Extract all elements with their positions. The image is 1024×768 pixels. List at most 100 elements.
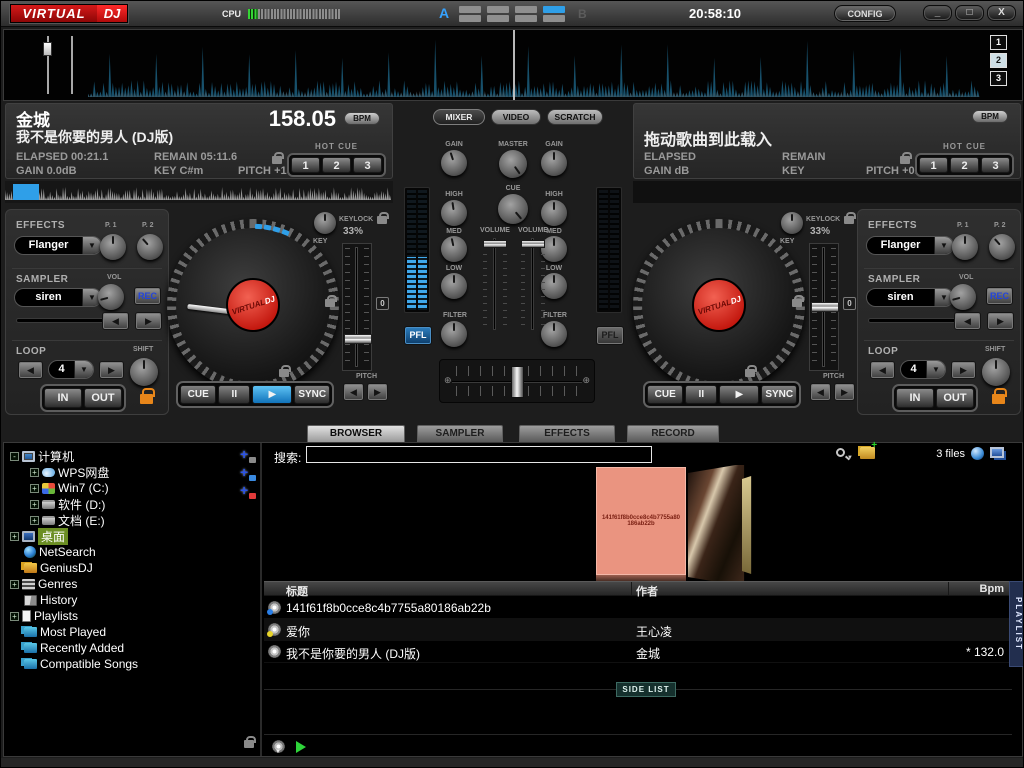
deck-left-track-waveform[interactable]: [5, 181, 393, 203]
table-row[interactable]: 我不是你要的男人 (DJ版) 金城 * 132.0: [264, 641, 1012, 663]
tab-mixer[interactable]: MIXER: [433, 109, 485, 125]
deck-left-pitch-fader[interactable]: [342, 243, 372, 371]
sample-prev-button[interactable]: [954, 312, 981, 330]
expand-icon[interactable]: +: [10, 532, 19, 541]
effect-select[interactable]: Flanger: [866, 236, 954, 255]
deck-left-volume-fader[interactable]: [482, 238, 508, 330]
add-virtual-folder-icon[interactable]: +: [240, 466, 256, 481]
crossfader-handle[interactable]: [511, 366, 524, 398]
loop-half-button[interactable]: [870, 361, 895, 379]
cue-button[interactable]: CUE: [180, 385, 216, 404]
sampler-volume-knob[interactable]: [950, 284, 976, 310]
tab-scratch[interactable]: SCRATCH: [547, 109, 603, 125]
pitch-bend-plus-button[interactable]: [367, 383, 388, 401]
tree-item-computer[interactable]: -计算机: [10, 448, 74, 464]
deck-layout-button-3[interactable]: [515, 6, 537, 22]
key-knob[interactable]: [314, 212, 336, 234]
sampler-rec-button[interactable]: REC: [986, 287, 1013, 305]
pause-button[interactable]: II: [685, 385, 717, 404]
deck-right-filter-knob[interactable]: [541, 321, 567, 347]
cue-button[interactable]: CUE: [647, 385, 683, 404]
pitch-lock-icon[interactable]: [325, 299, 335, 307]
config-button[interactable]: CONFIG: [834, 5, 896, 22]
add-folder-icon[interactable]: [860, 447, 875, 459]
deck-right-pfl-button[interactable]: PFL: [596, 326, 624, 345]
tree-item-drive-d[interactable]: +软件 (D:): [30, 496, 105, 512]
loop-double-button[interactable]: [951, 361, 976, 379]
add-filter-folder-icon[interactable]: +: [240, 484, 256, 499]
loop-half-button[interactable]: [18, 361, 43, 379]
pitch-lock-icon[interactable]: [792, 299, 802, 307]
table-row[interactable]: 爱你 王心凌: [264, 619, 1012, 641]
tree-item-win7-c[interactable]: +Win7 (C:): [30, 480, 109, 496]
sync-button[interactable]: SYNC: [761, 385, 797, 404]
pitch-bend-minus-button[interactable]: [343, 383, 364, 401]
pitch-fader-handle[interactable]: [811, 302, 839, 312]
deck-left-bpm-badge[interactable]: BPM: [344, 112, 380, 125]
close-button[interactable]: X: [987, 5, 1016, 21]
loop-shift-knob[interactable]: [130, 358, 158, 386]
lock-icon[interactable]: [900, 156, 910, 164]
deck-left-high-knob[interactable]: [441, 200, 467, 226]
loop-out-button[interactable]: OUT: [936, 388, 974, 408]
rhythm-zoom-2[interactable]: 2: [990, 53, 1007, 68]
jog-center-label[interactable]: VIRTUALDJ: [692, 278, 746, 332]
deck-left-med-knob[interactable]: [441, 236, 467, 262]
tree-item-recently-added[interactable]: Recently Added: [24, 640, 124, 656]
master-volume-knob[interactable]: [499, 150, 527, 178]
automix-play-icon[interactable]: [296, 741, 306, 753]
hotcue-3-button[interactable]: 3: [353, 157, 382, 173]
panel-lock-icon[interactable]: [140, 394, 153, 404]
network-monitor-icon[interactable]: [990, 447, 1004, 458]
sample-next-button[interactable]: [987, 312, 1014, 330]
deck-right-gain-knob[interactable]: [541, 150, 567, 176]
netsearch-globe-icon[interactable]: [971, 447, 984, 460]
deck-layout-button-2[interactable]: [487, 6, 509, 22]
deck-layout-button-1[interactable]: [459, 6, 481, 22]
deck-right-pitch-fader[interactable]: [809, 243, 839, 371]
keylock-lock-icon[interactable]: [377, 216, 387, 224]
tab-record[interactable]: RECORD: [627, 425, 719, 442]
play-button[interactable]: ▶: [719, 385, 759, 404]
chevron-down-icon[interactable]: [934, 237, 953, 254]
volume-fader-handle[interactable]: [483, 240, 507, 248]
loop-length-select[interactable]: 4: [900, 360, 946, 379]
chevron-down-icon[interactable]: [926, 361, 945, 378]
tab-sampler[interactable]: SAMPLER: [417, 425, 503, 442]
add-favorite-icon[interactable]: +: [240, 448, 256, 463]
deck-layout-button-4[interactable]: [543, 6, 565, 22]
lock-icon[interactable]: [272, 156, 282, 164]
effect-select[interactable]: Flanger: [14, 236, 102, 255]
tree-item-netsearch[interactable]: NetSearch: [24, 544, 96, 560]
tab-browser[interactable]: BROWSER: [307, 425, 405, 442]
expand-icon[interactable]: +: [30, 468, 39, 477]
crossfader[interactable]: [439, 359, 595, 403]
sample-select[interactable]: siren: [14, 288, 102, 307]
loop-out-button[interactable]: OUT: [84, 388, 122, 408]
deck-right-bpm-badge[interactable]: BPM: [972, 110, 1008, 123]
album-cover-current[interactable]: 141f61f8b0cce8c4b7755a80186ab22b: [596, 467, 686, 575]
rhythm-zoom-3[interactable]: 3: [990, 71, 1007, 86]
search-input[interactable]: [306, 446, 652, 463]
column-bpm[interactable]: Bpm: [954, 583, 1004, 595]
rhythm-zoom-1[interactable]: 1: [990, 35, 1007, 50]
effect-param2-knob[interactable]: [989, 234, 1015, 260]
expand-icon[interactable]: +: [30, 484, 39, 493]
hotcue-2-button[interactable]: 2: [322, 157, 351, 173]
key-knob[interactable]: [781, 212, 803, 234]
search-icon[interactable]: [836, 448, 845, 457]
tree-item-genres[interactable]: +Genres: [10, 576, 77, 592]
volume-fader-handle[interactable]: [521, 240, 545, 248]
play-button[interactable]: ▶: [252, 385, 292, 404]
expand-icon[interactable]: +: [10, 580, 19, 589]
crossfader-right-end-icon[interactable]: [582, 375, 590, 386]
hotcue-2-button[interactable]: 2: [950, 157, 979, 173]
cue-volume-knob[interactable]: [498, 194, 528, 224]
loop-length-select[interactable]: 4: [48, 360, 94, 379]
hotcue-3-button[interactable]: 3: [981, 157, 1010, 173]
table-row[interactable]: 141f61f8b0cce8c4b7755a80186ab22b: [264, 597, 1012, 619]
wheel-lock-icon[interactable]: [745, 369, 755, 377]
effect-param1-knob[interactable]: [952, 234, 978, 260]
cover-flow[interactable]: 141f61f8b0cce8c4b7755a80186ab22b: [264, 465, 1012, 581]
tree-item-most-played[interactable]: Most Played: [24, 624, 106, 640]
